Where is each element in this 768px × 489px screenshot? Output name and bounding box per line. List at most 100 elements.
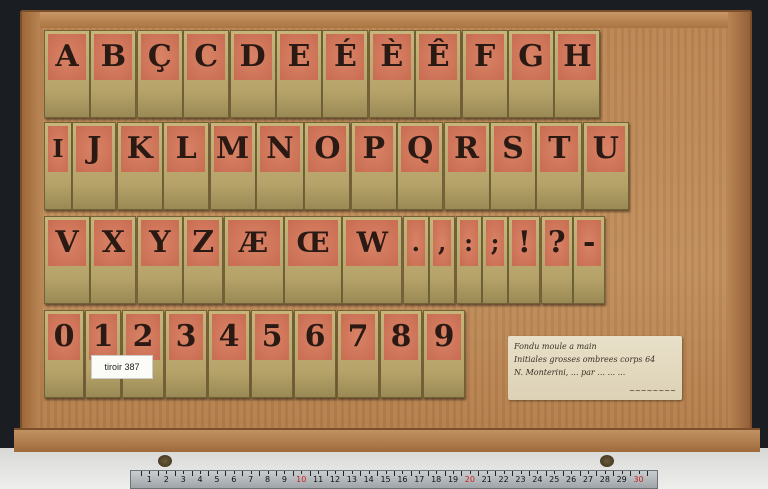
type-glyph: A: [48, 34, 86, 80]
type-glyph: S: [494, 126, 532, 172]
ruler-number: 26: [566, 475, 577, 484]
ruler-tick: [259, 471, 261, 476]
type-glyph: D: [233, 34, 272, 80]
ruler-tick: [647, 471, 648, 476]
type-glyph: ;: [486, 220, 504, 266]
type-block-1-11: G: [508, 30, 554, 118]
ruler-tick: [157, 471, 159, 476]
type-block-3-10: :: [455, 216, 482, 304]
ruler-number: 28: [599, 475, 610, 484]
type-block-3-2: X: [90, 216, 137, 304]
type-glyph: 9: [427, 314, 461, 360]
ruler-number: 13: [346, 475, 357, 484]
type-block-1-5: D: [229, 30, 276, 118]
type-block-3-7: W: [342, 216, 403, 304]
type-glyph: O: [308, 126, 347, 172]
ruler-tick: [318, 471, 320, 474]
ruler-tick: [436, 471, 438, 474]
ruler-tick: [343, 471, 345, 476]
type-glyph: I: [48, 126, 68, 172]
ruler-tick: [571, 471, 573, 474]
ruler-tick: [630, 471, 632, 476]
ruler-number: 7: [248, 475, 254, 484]
type-block-2-1: I: [44, 122, 72, 210]
ruler-number: 5: [214, 475, 220, 484]
type-block-2-3: K: [116, 122, 163, 210]
type-block-1-2: B: [90, 30, 137, 118]
type-glyph: E: [280, 34, 318, 80]
ruler-tick: [579, 471, 581, 476]
type-glyph: Z: [187, 220, 220, 266]
ruler-tick: [233, 471, 235, 474]
ruler-number: 30: [633, 475, 644, 484]
ruler-number: 4: [197, 475, 203, 484]
ruler-tick: [444, 471, 446, 476]
type-glyph: 8: [384, 314, 418, 360]
ruler-tick: [427, 471, 429, 476]
ruler-tick: [216, 471, 218, 474]
ruler-number: 24: [532, 475, 543, 484]
type-block-1-12: H: [554, 30, 601, 118]
ruler-tick: [292, 471, 294, 476]
type-glyph: B: [94, 34, 133, 80]
drawer-front: [14, 428, 760, 452]
type-glyph: :: [459, 220, 478, 266]
type-block-3-1: V: [44, 216, 90, 304]
ruler-tick: [141, 471, 142, 476]
ruler-number: 22: [498, 475, 509, 484]
type-block-2-11: S: [490, 122, 536, 210]
type-block-2-10: R: [443, 122, 490, 210]
metric-ruler: 1 2 3 4 5 6 7 8 9 10 11 12 13 14 15 16 17 18 19 20 21 22 23 24 2…: [130, 470, 658, 489]
type-block-3-14: -: [573, 216, 606, 304]
ruler-tick: [419, 471, 421, 474]
ruler-tick: [512, 471, 514, 476]
type-glyph: X: [94, 220, 133, 266]
drawer-rim-left: [22, 12, 40, 432]
ruler-number: 10: [296, 475, 307, 484]
ruler-tick: [596, 471, 598, 476]
ruler-tick: [191, 471, 193, 476]
ruler-number: 16: [397, 475, 408, 484]
ruler-number: 27: [582, 475, 594, 484]
ruler-tick: [554, 471, 556, 474]
ruler-tick: [537, 471, 539, 474]
type-glyph: R: [447, 126, 486, 172]
type-glyph: P: [354, 126, 393, 172]
type-glyph: 0: [48, 314, 80, 360]
type-block-1-3: Ç: [136, 30, 183, 118]
type-block-3-9: ,: [429, 216, 456, 304]
ruler-number: 20: [464, 475, 475, 484]
ruler-tick: [410, 471, 412, 476]
type-glyph: Q: [401, 126, 440, 172]
type-block-4-3: 2: [122, 310, 164, 398]
ruler-foot: [600, 455, 614, 467]
type-block-3-3: Y: [136, 216, 183, 304]
type-glyph: L: [167, 126, 206, 172]
type-block-3-11: ;: [482, 216, 508, 304]
ruler-tick: [377, 471, 379, 476]
type-glyph: G: [512, 34, 550, 80]
note-line: N. Monterini, ... par ... ... ...: [514, 368, 626, 377]
type-block-4-9: 8: [380, 310, 422, 398]
type-block-4-2: 1: [85, 310, 121, 398]
ruler-tick: [309, 471, 311, 476]
ruler-number: 15: [380, 475, 391, 484]
ruler-tick: [174, 471, 176, 476]
ruler-tick: [402, 471, 404, 474]
type-block-3-5: Æ: [223, 216, 284, 304]
type-glyph: W: [346, 220, 399, 266]
note-line: Fondu moule a main: [514, 342, 597, 351]
ruler-tick: [284, 471, 286, 474]
type-block-1-4: C: [183, 30, 230, 118]
type-block-4-6: 5: [251, 310, 293, 398]
type-glyph: F: [465, 34, 504, 80]
ruler-tick: [166, 471, 168, 474]
ruler-tick: [242, 471, 244, 476]
ruler-foot: [158, 455, 172, 467]
type-block-2-6: N: [256, 122, 304, 210]
type-block-1-7: É: [322, 30, 369, 118]
type-block-1-8: È: [368, 30, 415, 118]
handwritten-note: Fondu moule a main Initiales grosses omb…: [508, 336, 682, 400]
type-glyph: 6: [298, 314, 332, 360]
ruler-number: 19: [447, 475, 459, 484]
